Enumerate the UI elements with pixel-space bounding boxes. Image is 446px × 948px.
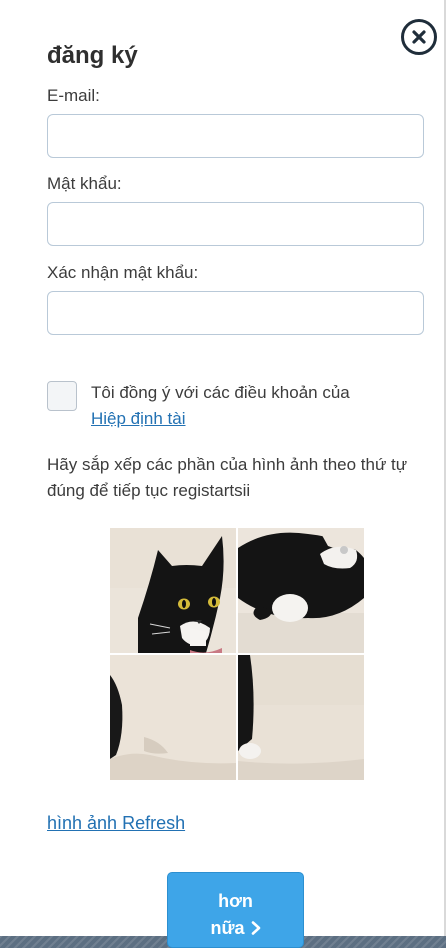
close-button[interactable]: [401, 19, 437, 55]
terms-link[interactable]: Hiệp định tài: [91, 408, 186, 430]
chevron-right-icon: [251, 921, 260, 935]
captcha-puzzle: [110, 528, 364, 781]
page-title: đăng ký: [47, 42, 138, 69]
terms-checkbox[interactable]: [47, 381, 77, 411]
captcha-tile-cat-paw[interactable]: [238, 655, 364, 780]
captcha-tile-cat-face[interactable]: [110, 528, 236, 653]
password-field[interactable]: [47, 202, 424, 246]
next-button-label-2: nữa: [210, 918, 245, 938]
next-button-label-1: hơn: [218, 891, 253, 911]
close-icon: [412, 30, 426, 44]
captcha-tile-cat-shadow[interactable]: [110, 655, 236, 780]
email-field[interactable]: [47, 114, 424, 158]
confirm-password-field[interactable]: [47, 291, 424, 335]
email-label: E-mail:: [47, 86, 100, 105]
refresh-image-link[interactable]: hình ảnh Refresh: [47, 811, 185, 835]
confirm-password-label: Xác nhận mật khẩu:: [47, 263, 199, 282]
terms-text: Tôi đồng ý với các điều khoản của: [91, 383, 350, 402]
captcha-tile-cat-body[interactable]: [238, 528, 364, 653]
password-label: Mật khẩu:: [47, 174, 122, 193]
next-button[interactable]: hơn nữa: [167, 872, 304, 948]
captcha-instructions: Hãy sắp xếp các phần của hình ảnh theo t…: [47, 455, 408, 500]
